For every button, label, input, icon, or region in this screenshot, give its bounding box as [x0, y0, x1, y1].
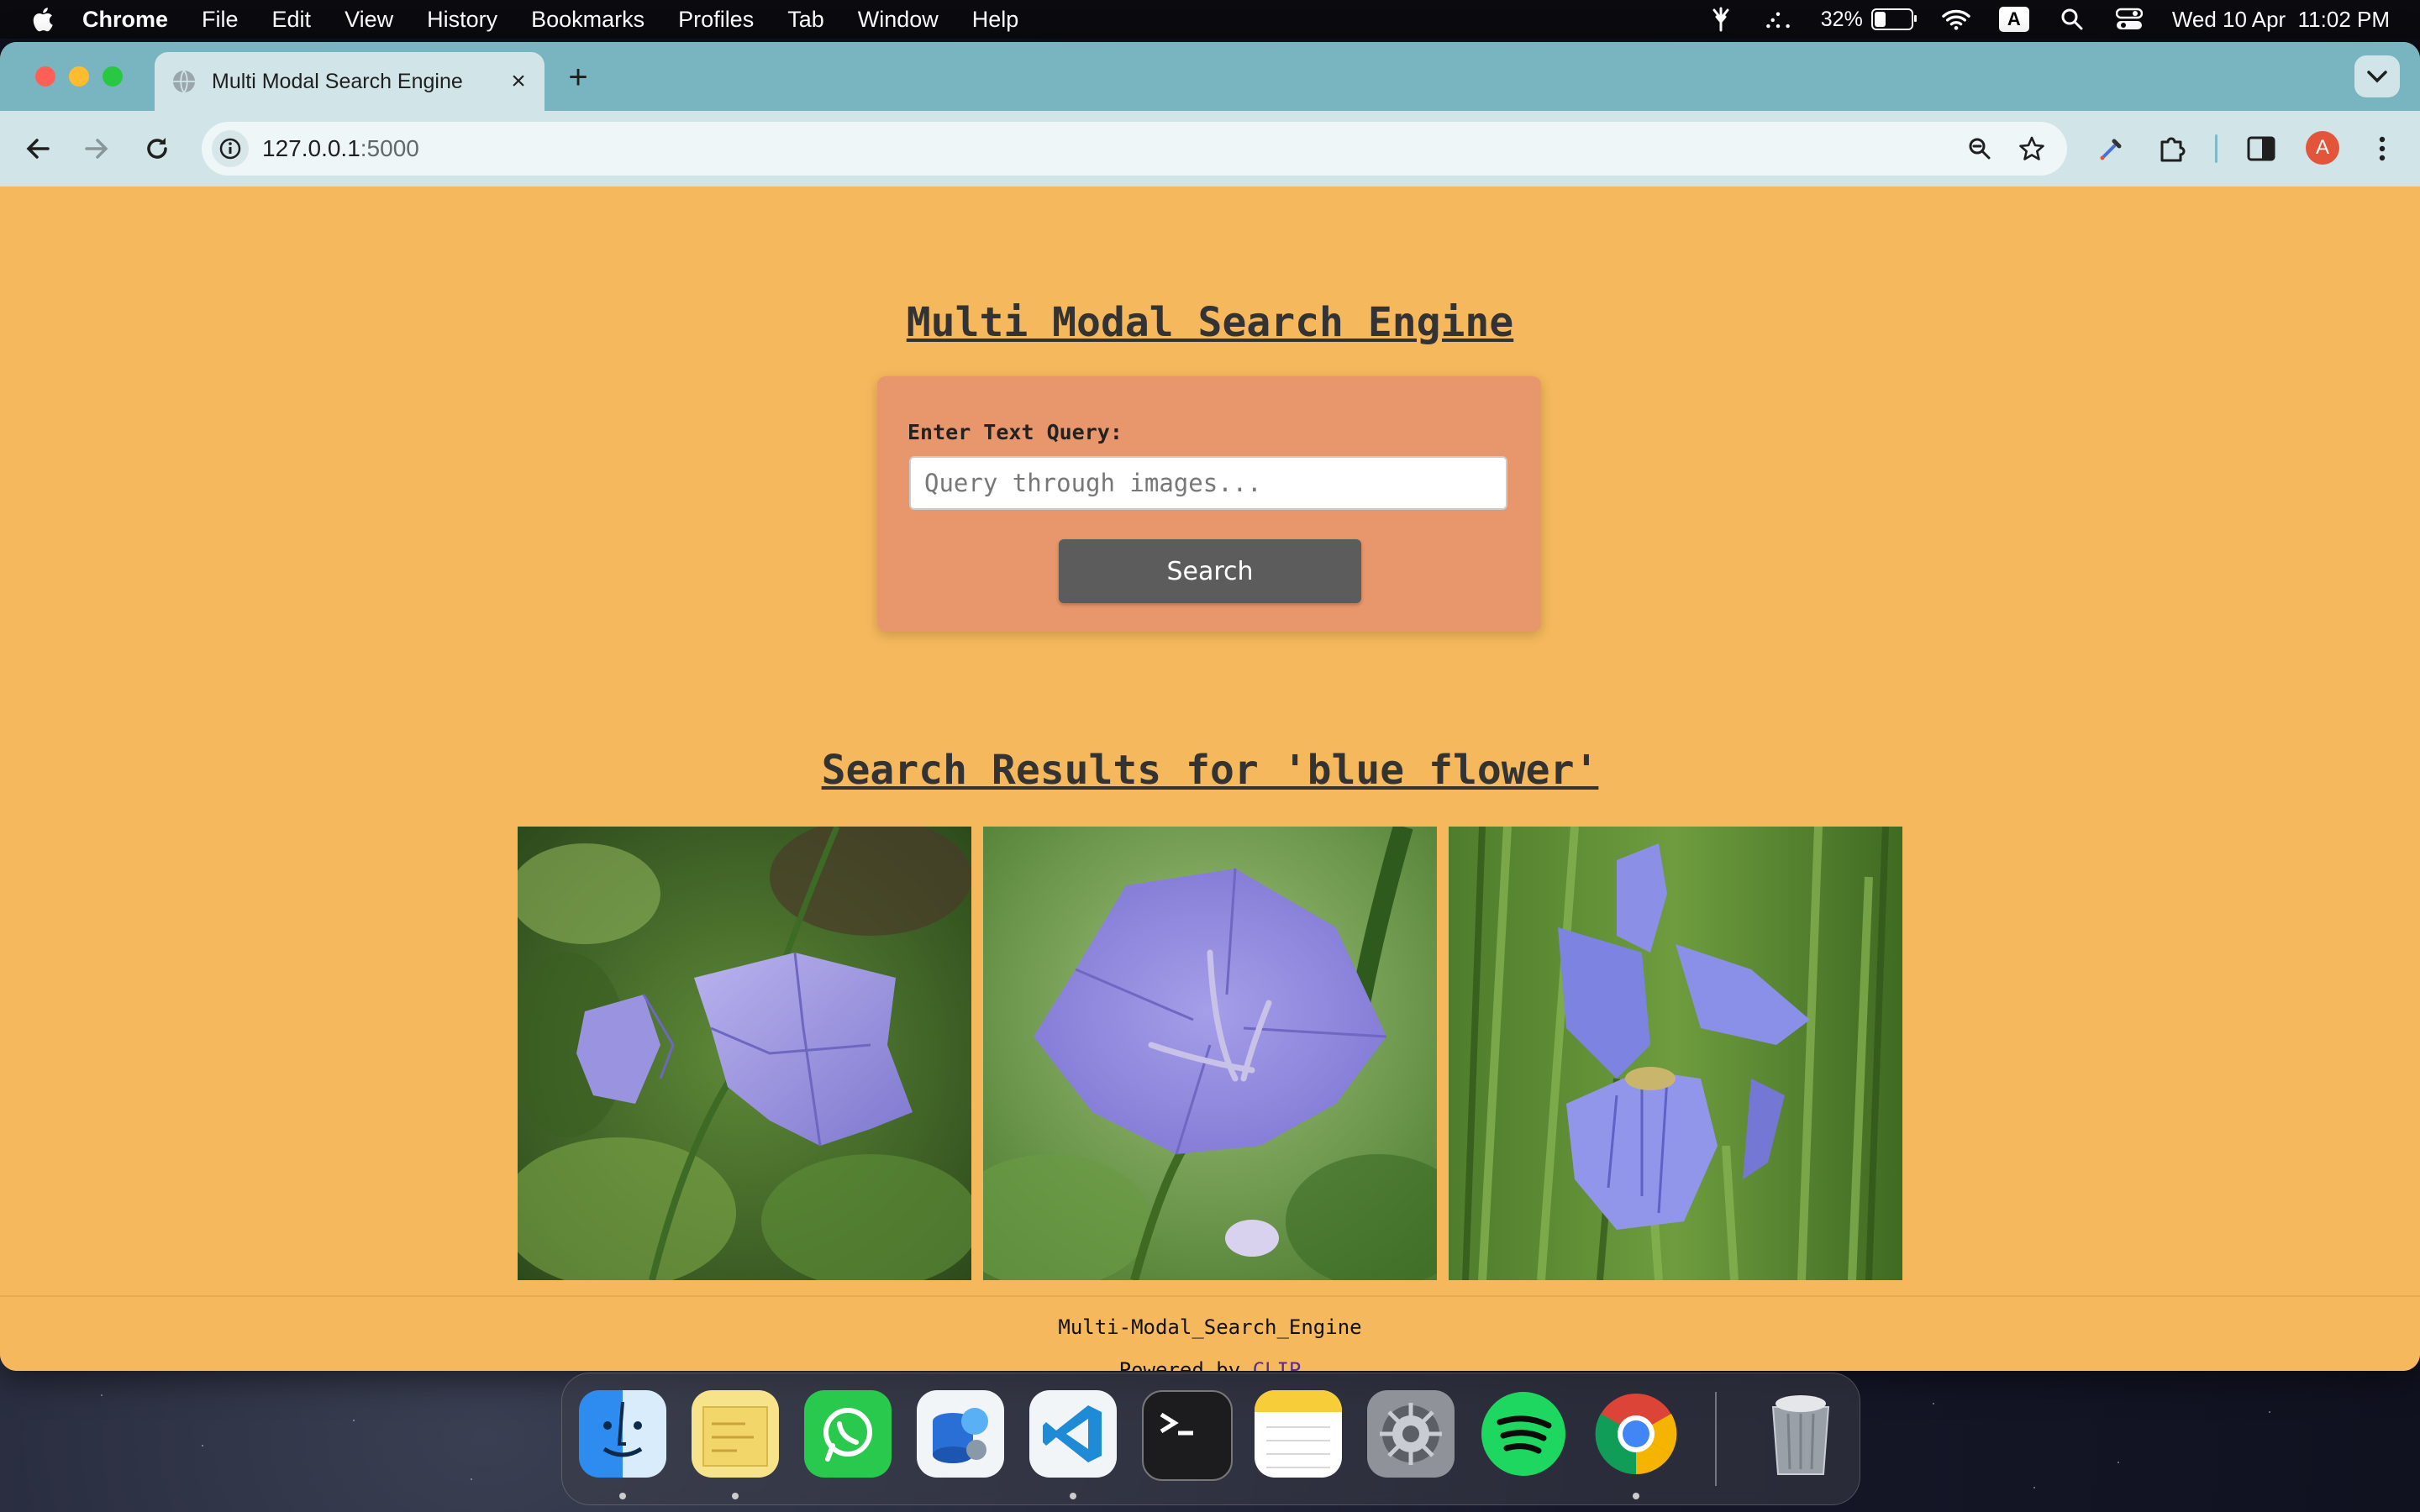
close-window-button[interactable]	[35, 66, 55, 87]
battery-percent: 32%	[1820, 7, 1863, 31]
battery-status[interactable]: 32%	[1820, 7, 1917, 32]
stickies-running-indicator	[732, 1493, 739, 1499]
side-panel-button[interactable]	[2244, 131, 2279, 166]
back-button[interactable]	[20, 131, 55, 166]
url-port: :5000	[360, 135, 419, 161]
disk-utility-icon[interactable]	[917, 1390, 1004, 1478]
footer-powered-prefix: Powered by	[1118, 1358, 1253, 1371]
system-settings-icon[interactable]	[1367, 1390, 1455, 1478]
query-input[interactable]	[909, 456, 1507, 510]
tab-active[interactable]: Multi Modal Search Engine ×	[155, 52, 544, 111]
search-form-card: Enter Text Query: Search	[877, 376, 1541, 632]
footer-powered-by: Powered by CLIP	[0, 1358, 2420, 1371]
menu-history[interactable]: History	[427, 7, 497, 33]
menu-window[interactable]: Window	[858, 7, 939, 33]
finder-icon[interactable]	[579, 1390, 666, 1478]
toolbar-divider	[2215, 134, 2217, 163]
menu-tab[interactable]: Tab	[787, 7, 824, 33]
more-vertical-icon	[2379, 136, 2386, 161]
reload-button[interactable]	[139, 131, 175, 166]
whatsapp-icon[interactable]	[804, 1390, 892, 1478]
forward-button[interactable]	[79, 131, 114, 166]
apple-icon[interactable]	[30, 5, 54, 34]
result-image-1[interactable]	[518, 827, 971, 1280]
stickies-icon[interactable]	[692, 1390, 779, 1478]
iris-photo	[1449, 827, 1902, 1280]
menu-help[interactable]: Help	[972, 7, 1019, 33]
wifi-icon[interactable]	[1942, 5, 1970, 34]
tab-title: Multi Modal Search Engine	[212, 69, 463, 93]
spotify-icon[interactable]	[1480, 1390, 1567, 1478]
macos-menu-bar: Chrome File Edit View History Bookmarks …	[0, 0, 2420, 39]
page-title: Multi Modal Search Engine	[906, 299, 1514, 346]
result-image-2[interactable]	[983, 827, 1437, 1280]
new-tab-button[interactable]: +	[563, 59, 593, 96]
zoom-icon[interactable]	[1965, 134, 1995, 164]
eyedropper-icon	[2100, 139, 2122, 160]
notes-icon[interactable]	[1255, 1390, 1342, 1478]
chrome-menu-button[interactable]	[2365, 131, 2400, 166]
eyedropper-extension-button[interactable]	[2094, 131, 2129, 166]
menubar-clock[interactable]: Wed 10 Apr 11:02 PM	[2172, 7, 2390, 33]
clip-link[interactable]: CLIP	[1253, 1358, 1302, 1371]
vscode-icon[interactable]	[1029, 1390, 1117, 1478]
site-info-icon[interactable]	[212, 130, 249, 167]
menu-profiles[interactable]: Profiles	[678, 7, 754, 33]
macos-dock	[561, 1373, 1860, 1505]
chrome-running-indicator	[1633, 1493, 1639, 1499]
browser-window: Multi Modal Search Engine × + 127.0.0.1:…	[0, 42, 2420, 1371]
spotlight-search-icon[interactable]	[2058, 5, 2086, 34]
finder-running-indicator	[619, 1493, 626, 1499]
search-button[interactable]: Search	[1059, 539, 1361, 603]
query-label: Enter Text Query:	[908, 420, 1123, 444]
bookmark-star-icon[interactable]	[2017, 134, 2047, 164]
terminal-icon[interactable]	[1142, 1390, 1233, 1481]
minimize-window-button[interactable]	[69, 66, 89, 87]
profile-avatar[interactable]: A	[2306, 131, 2339, 165]
menu-edit[interactable]: Edit	[272, 7, 312, 33]
control-center-icon[interactable]	[2115, 5, 2144, 34]
menu-app-name[interactable]: Chrome	[82, 7, 168, 33]
menu-file[interactable]: File	[202, 7, 239, 33]
tab-strip: Multi Modal Search Engine × +	[0, 42, 2420, 111]
results-title: Search Results for 'blue flower'	[821, 747, 1599, 794]
battery-icon	[1870, 8, 1917, 30]
bellflower-closeup-photo	[983, 827, 1437, 1280]
address-bar[interactable]: 127.0.0.1:5000	[202, 122, 2067, 176]
extensions-button[interactable]	[2154, 131, 2190, 166]
chrome-icon[interactable]	[1592, 1390, 1680, 1478]
wifi-dots-icon[interactable]	[1764, 5, 1792, 34]
url-text[interactable]: 127.0.0.1:5000	[262, 122, 419, 176]
antenna-icon[interactable]	[1707, 5, 1735, 34]
footer-project-name: Multi-Modal_Search_Engine	[1058, 1315, 1362, 1339]
vscode-running-indicator	[1070, 1493, 1076, 1499]
arrow-right-icon	[85, 139, 108, 159]
side-panel-icon	[2247, 136, 2275, 161]
tab-search-button[interactable]	[2354, 55, 2400, 97]
bellflower-photo	[518, 827, 971, 1280]
input-source-indicator[interactable]: A	[1998, 7, 2029, 32]
browser-toolbar: 127.0.0.1:5000 A	[0, 111, 2420, 186]
dock-divider	[1715, 1392, 1717, 1486]
url-host: 127.0.0.1	[262, 135, 360, 161]
trash-icon[interactable]	[1757, 1390, 1844, 1478]
reload-icon	[147, 138, 167, 159]
menu-bookmarks[interactable]: Bookmarks	[531, 7, 644, 33]
zoom-window-button[interactable]	[103, 66, 123, 87]
puzzle-piece-icon	[2160, 137, 2186, 162]
result-image-3[interactable]	[1449, 827, 1902, 1280]
chevron-down-icon	[2367, 71, 2387, 83]
globe-icon	[173, 70, 195, 93]
menu-view[interactable]: View	[345, 7, 393, 33]
battery-level-fill	[1874, 12, 1886, 27]
page-footer: Multi-Modal_Search_Engine Powered by CLI…	[0, 1295, 2420, 1371]
tab-close-icon[interactable]: ×	[506, 67, 531, 95]
web-page: Multi Modal Search Engine Enter Text Que…	[0, 186, 2420, 1371]
arrow-left-icon	[26, 139, 50, 159]
